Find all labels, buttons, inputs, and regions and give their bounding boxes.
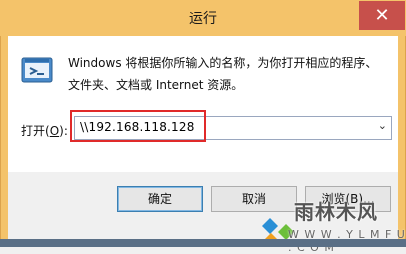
dialog-description: Windows 将根据你所输入的名称，为你打开相应的程序、 文件夹、文档或 In… — [68, 52, 388, 96]
description-line-2: 文件夹、文档或 Internet 资源。 — [68, 78, 244, 92]
run-icon — [21, 57, 53, 83]
window-title: 运行 — [189, 11, 217, 27]
watermark-text: 雨林木风 — [294, 200, 378, 224]
ok-button[interactable]: 确定 — [117, 186, 203, 212]
title-bar[interactable]: 运行 ✕ — [0, 0, 406, 36]
open-label: 打开(O): — [21, 124, 68, 138]
chevron-down-icon[interactable]: ⌄ — [378, 119, 387, 132]
description-line-1: Windows 将根据你所输入的名称，为你打开相应的程序、 — [68, 56, 378, 70]
open-label-text: 打开 — [21, 124, 46, 138]
close-button[interactable]: ✕ — [359, 1, 405, 30]
bottom-strip — [0, 239, 406, 247]
open-label-accelerator: O — [49, 124, 60, 138]
red-highlight-box — [70, 110, 206, 142]
open-label-tail: ): — [59, 124, 68, 138]
